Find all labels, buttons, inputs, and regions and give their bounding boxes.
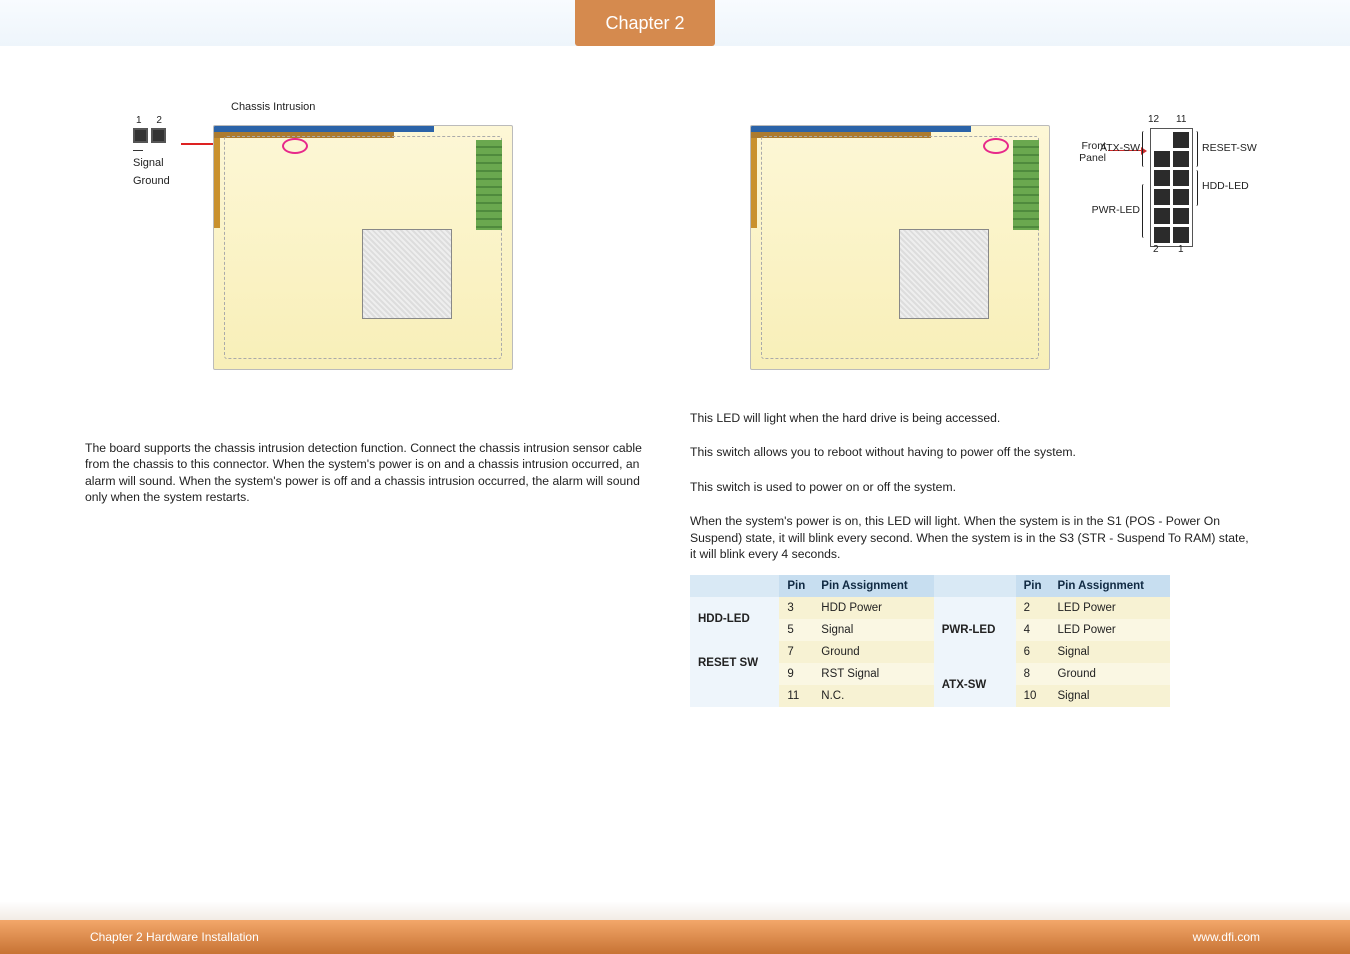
front-panel-header — [1150, 128, 1193, 247]
table-row: RESET SW 7 Ground 6 Signal — [690, 641, 1170, 663]
cell: Ground — [813, 641, 933, 663]
cell: LED Power — [1050, 597, 1170, 619]
cell: RST Signal — [813, 663, 933, 685]
fp-label-hdd: HDD-LED — [1202, 180, 1249, 192]
chassis-pin-2 — [151, 128, 166, 143]
th-group-a — [690, 575, 779, 597]
cell: 10 — [1016, 685, 1050, 707]
th-asg-b: Pin Assignment — [1050, 575, 1170, 597]
fp-num-1: 1 — [1178, 244, 1184, 255]
cell: 2 — [1016, 597, 1050, 619]
chassis-pin1-label: Signal — [133, 157, 179, 169]
cell: N.C. — [813, 685, 933, 707]
th-pin-b: Pin — [1016, 575, 1050, 597]
chassis-pin-1 — [133, 128, 148, 143]
chassis-pin-numbers: 1 2 — [133, 115, 179, 126]
th-asg-a: Pin Assignment — [813, 575, 933, 597]
fp-num-12: 12 — [1148, 114, 1159, 125]
cell: 7 — [779, 641, 813, 663]
cell: 11 — [779, 685, 813, 707]
cell: Signal — [1050, 641, 1170, 663]
chapter-tab: Chapter 2 — [575, 0, 715, 46]
cell: Signal — [1050, 685, 1170, 707]
chassis-description: The board supports the chassis intrusion… — [85, 440, 645, 506]
fp-label-atx: ATX-SW — [1094, 142, 1140, 154]
th-group-b — [934, 575, 1016, 597]
cell: LED Power — [1050, 619, 1170, 641]
cell: 4 — [1016, 619, 1050, 641]
cell: Ground — [1050, 663, 1170, 685]
motherboard-diagram-left — [213, 125, 513, 370]
th-pin-a: Pin — [779, 575, 813, 597]
grp-reset: RESET SW — [690, 641, 779, 685]
table-row: HDD-LED 3 HDD Power PWR-LED 2 LED Power — [690, 597, 1170, 619]
grp-pwr: PWR-LED — [934, 597, 1016, 663]
cell: 8 — [1016, 663, 1050, 685]
hdd-led-text: This LED will light when the hard drive … — [690, 410, 1250, 426]
cell: 3 — [779, 597, 813, 619]
atx-sw-text: This switch is used to power on or off t… — [690, 479, 1250, 495]
grp-hdd: HDD-LED — [690, 597, 779, 641]
chassis-pin2-label: Ground — [133, 175, 179, 187]
grp-nc — [690, 685, 779, 707]
grp-atx: ATX-SW — [934, 663, 1016, 707]
cell: HDD Power — [813, 597, 933, 619]
pwr-led-text: When the system's power is on, this LED … — [690, 513, 1250, 562]
pin-assignment-table: Pin Pin Assignment Pin Pin Assignment HD… — [690, 575, 1170, 707]
footer-left: Chapter 2 Hardware Installation — [90, 930, 259, 944]
table-row: 11 N.C. 10 Signal — [690, 685, 1170, 707]
fp-num-11: 11 — [1176, 114, 1186, 125]
cell: 5 — [779, 619, 813, 641]
chassis-pin-callout: 1 2 Signal Ground — [133, 115, 179, 187]
fp-label-pwr: PWR-LED — [1090, 204, 1140, 216]
cell: 6 — [1016, 641, 1050, 663]
fp-label-reset: RESET-SW — [1202, 142, 1257, 154]
cell: 9 — [779, 663, 813, 685]
chassis-callout-title: Chassis Intrusion — [231, 101, 315, 113]
motherboard-diagram-right — [750, 125, 1050, 370]
footer-url: www.dfi.com — [1193, 930, 1260, 944]
cell: Signal — [813, 619, 933, 641]
fp-num-2: 2 — [1153, 244, 1159, 255]
footer-bar: Chapter 2 Hardware Installation www.dfi.… — [0, 920, 1350, 954]
reset-sw-text: This switch allows you to reboot without… — [690, 444, 1250, 460]
